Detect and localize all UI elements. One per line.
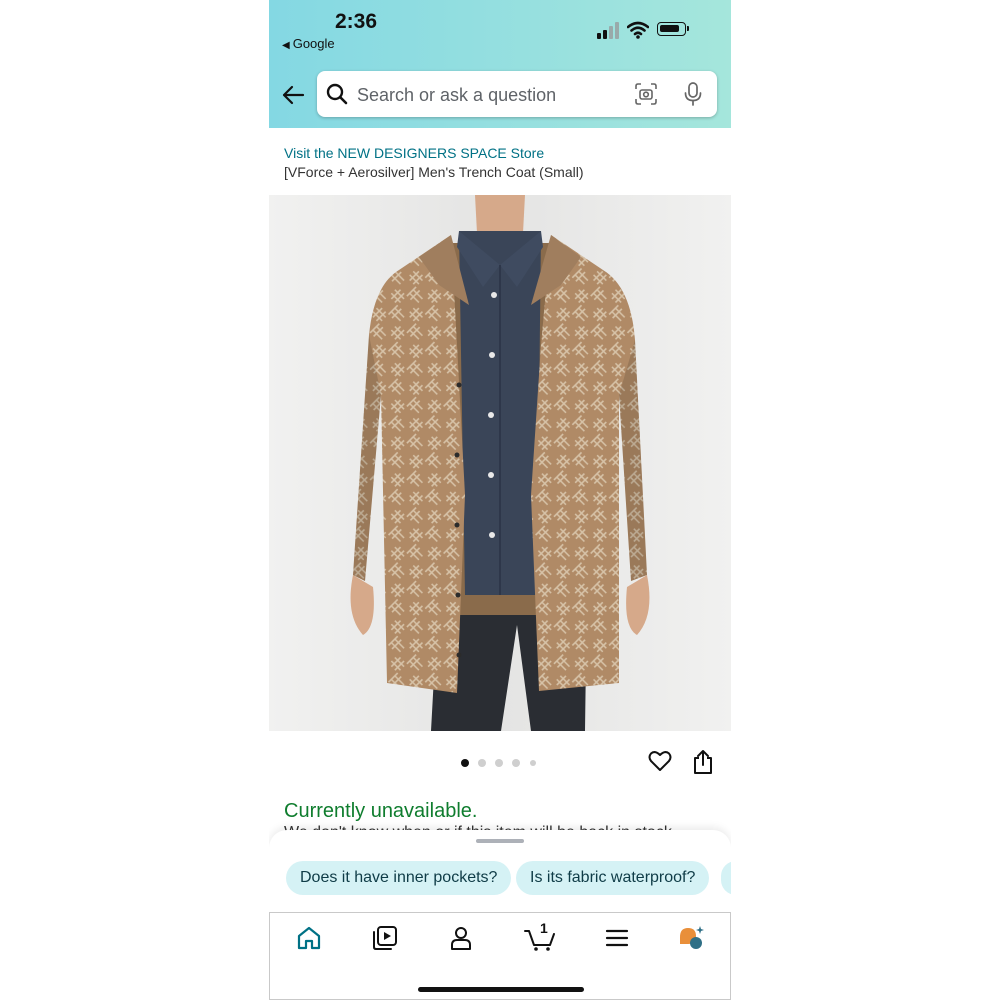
product-image[interactable] (269, 195, 731, 731)
product-photo-trench-coat (269, 195, 731, 731)
search-icon (326, 83, 348, 105)
product-title: [VForce + Aerosilver] Men's Trench Coat … (284, 164, 584, 180)
pagination-dot[interactable] (478, 759, 486, 767)
heart-icon[interactable] (648, 750, 672, 772)
signal-icon (597, 22, 621, 39)
back-triangle-icon: ◀ (282, 40, 290, 51)
search-input[interactable]: Search or ask a question (317, 71, 717, 117)
phone-screen: 2:36 ◀ Google Search or ask a question V… (269, 0, 731, 1000)
back-arrow-icon[interactable] (281, 84, 305, 106)
menu-icon[interactable] (604, 925, 630, 951)
home-indicator (418, 987, 584, 992)
pagination-dot[interactable] (495, 759, 503, 767)
pagination-dot[interactable] (461, 759, 469, 767)
microphone-icon[interactable] (683, 82, 703, 106)
pagination-dot[interactable] (530, 760, 536, 766)
back-to-app-link[interactable]: ◀ Google (282, 36, 335, 51)
share-icon[interactable] (693, 749, 713, 775)
wifi-icon (627, 21, 649, 39)
sheet-drag-handle[interactable] (476, 839, 524, 843)
video-icon[interactable] (372, 925, 398, 951)
header: 2:36 ◀ Google Search or ask a question (269, 0, 731, 128)
camera-search-icon[interactable] (635, 83, 657, 105)
cart-count: 1 (540, 920, 548, 936)
cart-button[interactable]: 1 (524, 920, 556, 951)
status-time: 2:36 (335, 10, 378, 33)
suggestion-chip-partial[interactable] (721, 861, 731, 895)
battery-icon (657, 22, 689, 36)
home-icon[interactable] (296, 925, 322, 951)
pagination-dot[interactable] (512, 759, 520, 767)
suggestion-chip[interactable]: Does it have inner pockets? (286, 861, 512, 895)
store-link[interactable]: Visit the NEW DESIGNERS SPACE Store (284, 145, 544, 161)
suggestion-chip[interactable]: Is its fabric waterproof? (516, 861, 710, 895)
suggestions-sheet: Does it have inner pockets? Is its fabri… (269, 830, 731, 912)
rufus-icon[interactable] (678, 925, 704, 951)
search-placeholder: Search or ask a question (357, 85, 557, 105)
availability-status: Currently unavailable. (284, 800, 478, 822)
back-app-label: Google (292, 36, 335, 51)
bottom-nav: 1 (269, 912, 731, 1000)
account-icon[interactable] (448, 925, 474, 951)
